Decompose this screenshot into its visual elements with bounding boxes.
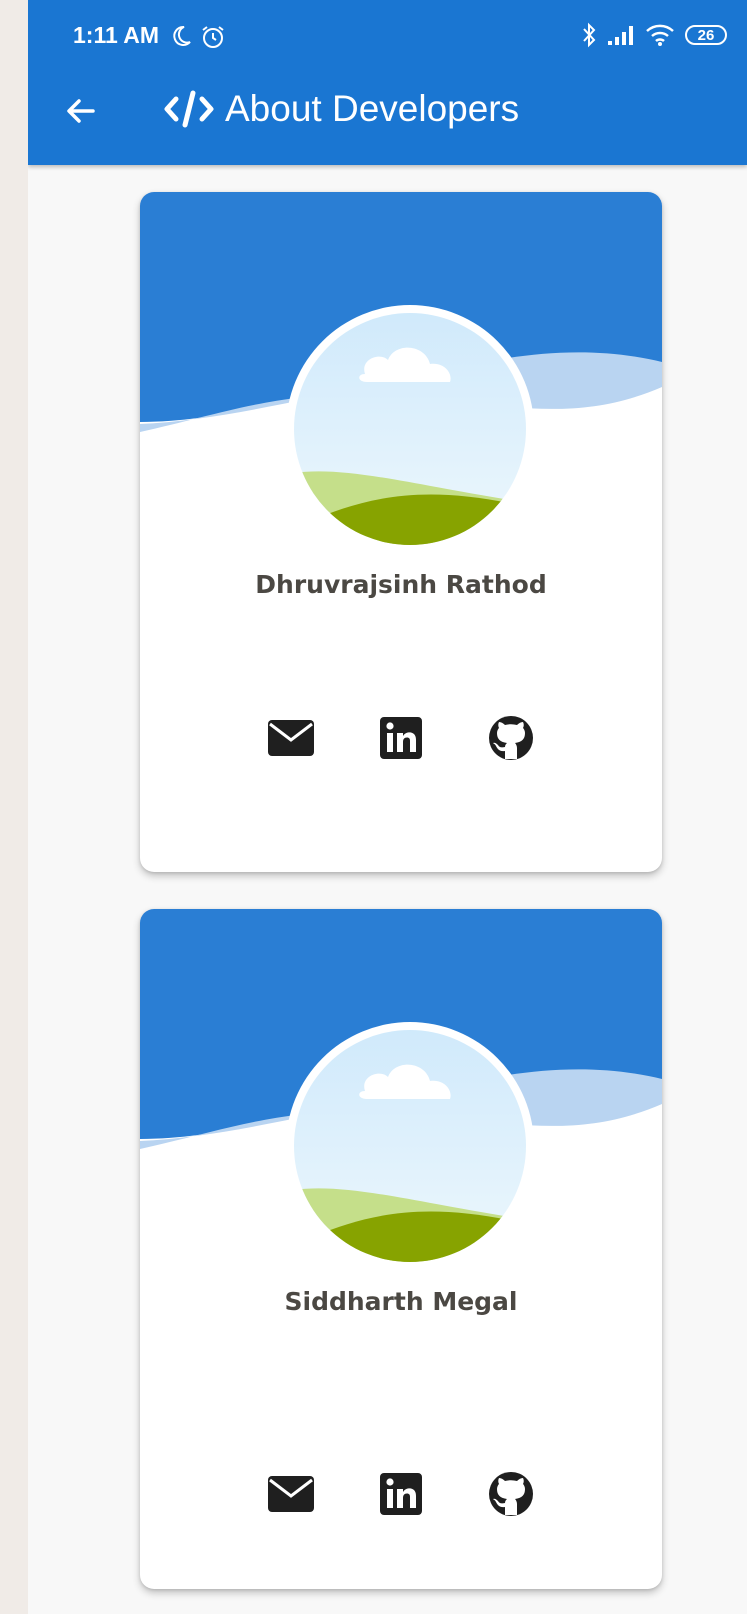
github-icon [489,1472,533,1516]
social-links [140,1468,662,1520]
battery-level: 26 [697,26,715,44]
github-button[interactable] [485,712,537,764]
bluetooth-icon [583,22,596,48]
email-button[interactable] [265,1468,317,1520]
linkedin-icon [380,1473,422,1515]
app-screen: 1:11 AM 26 About Developers Dhruvrajsinh… [28,0,747,1614]
signal-icon [608,26,633,45]
developer-name: Dhruvrajsinh Rathod [255,570,547,599]
status-time: 1:11 AM [73,22,160,48]
linkedin-button[interactable] [375,1468,427,1520]
email-button[interactable] [265,712,317,764]
github-button[interactable] [485,1468,537,1520]
do-not-disturb-moon-icon [173,25,191,46]
linkedin-icon [380,717,422,759]
developer-name: Siddharth Megal [284,1287,518,1316]
github-icon [489,716,533,760]
wifi-icon [646,24,674,46]
developer-card: Dhruvrajsinh Rathod [140,192,662,872]
app-bar: 1:11 AM 26 About Developers [28,0,747,165]
social-links [140,712,662,764]
mail-icon [268,1476,314,1512]
linkedin-button[interactable] [375,712,427,764]
page-title-text: About Developers [225,88,520,129]
alarm-icon [202,26,224,48]
battery-indicator: 26 [685,25,727,45]
status-icons: 26 [581,22,727,48]
avatar-placeholder-icon [286,305,534,553]
page-title: About Developers [163,88,519,130]
code-icon [164,90,214,128]
mail-icon [268,720,314,756]
developer-card: Siddharth Megal [140,909,662,1589]
avatar-placeholder-icon [286,1022,534,1270]
back-arrow-icon[interactable] [63,93,99,129]
